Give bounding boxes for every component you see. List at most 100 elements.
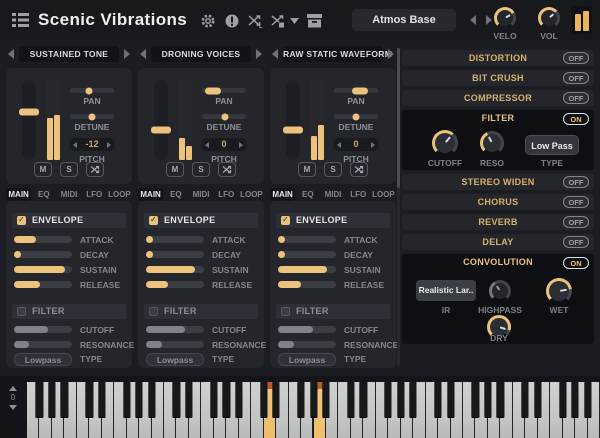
tab-midi[interactable]: MIDI bbox=[188, 188, 213, 201]
piano-black-key[interactable] bbox=[521, 382, 529, 417]
sustain-slider[interactable] bbox=[278, 266, 336, 273]
filter-type-button[interactable]: Lowpass bbox=[278, 353, 336, 366]
sustain-slider[interactable] bbox=[14, 266, 72, 273]
resonance-slider[interactable] bbox=[14, 341, 72, 348]
release-slider[interactable] bbox=[278, 281, 336, 288]
shuffle-button[interactable] bbox=[350, 162, 368, 177]
shuffle-button[interactable] bbox=[86, 162, 104, 177]
piano-black-key[interactable] bbox=[135, 382, 143, 417]
envelope-checkbox[interactable] bbox=[281, 215, 290, 225]
voice-volume-slider[interactable] bbox=[19, 80, 39, 160]
fx-row-stereowiden[interactable]: STEREO WIDEN OFF bbox=[402, 174, 594, 190]
voice-next-button[interactable] bbox=[388, 49, 394, 59]
voice-next-button[interactable] bbox=[124, 49, 130, 59]
piano-black-key[interactable] bbox=[35, 382, 44, 417]
info-icon[interactable] bbox=[224, 13, 240, 29]
tab-loop[interactable]: LOOP bbox=[371, 188, 396, 201]
piano-black-key[interactable] bbox=[210, 382, 218, 417]
mute-button[interactable]: M bbox=[34, 162, 52, 177]
filter-type-button[interactable]: Low Pass bbox=[525, 135, 579, 155]
octave-down-button[interactable] bbox=[9, 405, 17, 410]
resonance-slider[interactable] bbox=[278, 341, 336, 348]
pan-handle[interactable] bbox=[205, 87, 221, 94]
decay-slider[interactable] bbox=[146, 251, 204, 258]
delay-toggle[interactable]: OFF bbox=[563, 236, 589, 248]
tab-eq[interactable]: EQ bbox=[163, 188, 188, 201]
piano-black-key[interactable] bbox=[322, 382, 330, 417]
piano-black-key[interactable] bbox=[534, 382, 542, 417]
resonance-slider[interactable] bbox=[146, 341, 204, 348]
preset-selector[interactable]: Atmos Base bbox=[352, 9, 456, 31]
tab-loop[interactable]: LOOP bbox=[107, 188, 132, 201]
release-slider[interactable] bbox=[146, 281, 204, 288]
voice-name[interactable]: DRONING VOICES bbox=[151, 46, 251, 62]
wet-knob[interactable] bbox=[546, 278, 572, 304]
piano-black-key[interactable] bbox=[98, 382, 106, 417]
cutoff-slider[interactable] bbox=[14, 326, 72, 333]
filter-reso-knob[interactable] bbox=[480, 131, 504, 155]
piano-black-key[interactable] bbox=[409, 382, 417, 417]
velocity-knob[interactable] bbox=[494, 7, 516, 29]
piano-black-key[interactable] bbox=[471, 382, 480, 417]
voice-prev-button[interactable] bbox=[272, 49, 278, 59]
fx-scrollbar-thumb[interactable] bbox=[397, 48, 400, 188]
pitch-increment-icon[interactable] bbox=[371, 141, 375, 148]
tab-loop[interactable]: LOOP bbox=[239, 188, 264, 201]
volume-knob[interactable] bbox=[538, 7, 560, 29]
chorus-toggle[interactable]: OFF bbox=[563, 196, 589, 208]
filter-type-button[interactable]: Lowpass bbox=[14, 353, 72, 366]
voice-volume-handle[interactable] bbox=[283, 126, 303, 134]
fx-row-reverb[interactable]: REVERB OFF bbox=[402, 214, 594, 230]
decay-slider[interactable] bbox=[14, 251, 72, 258]
pitch-stepper[interactable]: 0 bbox=[333, 138, 379, 151]
distortion-toggle[interactable]: OFF bbox=[563, 52, 589, 64]
tab-lfo[interactable]: LFO bbox=[346, 188, 371, 201]
archive-icon[interactable] bbox=[306, 13, 322, 29]
menu-list-icon[interactable] bbox=[12, 12, 30, 28]
mute-button[interactable]: M bbox=[166, 162, 184, 177]
preset-prev-button[interactable] bbox=[470, 15, 476, 25]
voice-prev-button[interactable] bbox=[8, 49, 14, 59]
gear-icon[interactable] bbox=[200, 13, 216, 29]
pitch-increment-icon[interactable] bbox=[239, 141, 243, 148]
piano-keyboard[interactable] bbox=[27, 382, 600, 438]
voice-volume-slider[interactable] bbox=[283, 80, 303, 160]
ir-selector-button[interactable]: Realistic Lar.. bbox=[416, 280, 476, 301]
detune-handle[interactable] bbox=[352, 113, 360, 120]
pan-slider[interactable] bbox=[202, 87, 246, 94]
envelope-checkbox[interactable] bbox=[17, 215, 26, 225]
piano-black-key[interactable] bbox=[434, 382, 442, 417]
voice-prev-button[interactable] bbox=[140, 49, 146, 59]
piano-black-key[interactable] bbox=[571, 382, 579, 417]
fx-row-delay[interactable]: DELAY OFF bbox=[402, 234, 594, 250]
piano-black-key[interactable] bbox=[484, 382, 492, 417]
piano-black-key[interactable] bbox=[397, 382, 405, 417]
detune-slider[interactable] bbox=[202, 113, 246, 120]
pitch-stepper[interactable]: 0 bbox=[201, 138, 247, 151]
piano-black-key[interactable] bbox=[85, 382, 93, 417]
tab-midi[interactable]: MIDI bbox=[320, 188, 345, 201]
fx-row-bitcrush[interactable]: BIT CRUSH OFF bbox=[402, 70, 594, 86]
release-slider[interactable] bbox=[14, 281, 72, 288]
pan-handle[interactable] bbox=[352, 87, 369, 94]
mute-button[interactable]: M bbox=[298, 162, 316, 177]
voice-volume-handle[interactable] bbox=[151, 126, 171, 134]
chevron-down-icon[interactable] bbox=[290, 18, 306, 34]
routing-icon[interactable] bbox=[270, 13, 286, 29]
piano-black-key[interactable] bbox=[496, 382, 504, 417]
tab-lfo[interactable]: LFO bbox=[214, 188, 239, 201]
filter-type-button[interactable]: Lowpass bbox=[146, 353, 204, 366]
cutoff-slider[interactable] bbox=[278, 326, 336, 333]
tab-eq[interactable]: EQ bbox=[31, 188, 56, 201]
envelope-checkbox[interactable] bbox=[149, 215, 158, 225]
piano-black-key[interactable] bbox=[272, 382, 280, 417]
reverb-toggle[interactable]: OFF bbox=[563, 216, 589, 228]
pitch-increment-icon[interactable] bbox=[107, 141, 111, 148]
piano-black-key[interactable] bbox=[147, 382, 156, 417]
filter-checkbox[interactable] bbox=[149, 307, 158, 316]
piano-black-key[interactable] bbox=[446, 382, 455, 417]
solo-button[interactable]: S bbox=[324, 162, 342, 177]
highpass-knob[interactable] bbox=[489, 280, 511, 302]
tab-main[interactable]: MAIN bbox=[270, 188, 296, 201]
pan-slider[interactable] bbox=[334, 87, 378, 94]
